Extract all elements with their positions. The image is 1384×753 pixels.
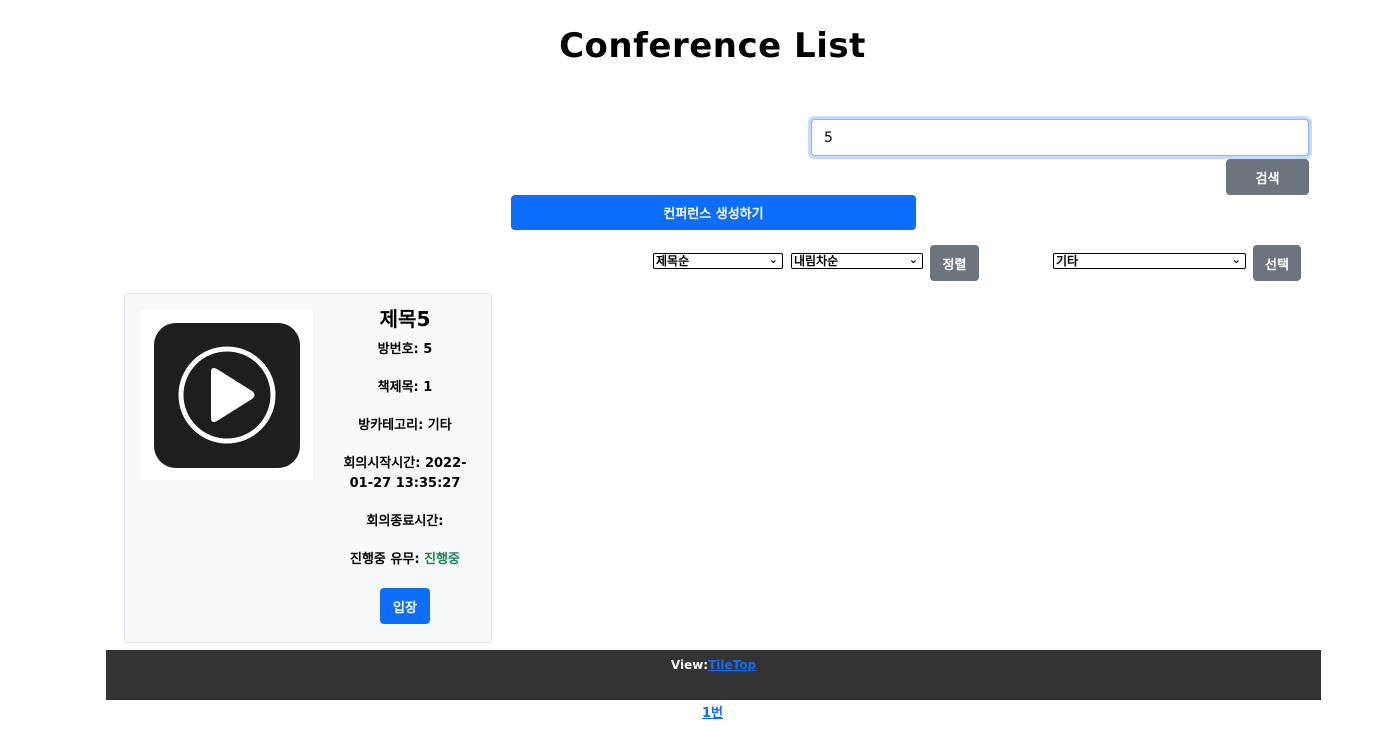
- sort-button[interactable]: 정렬: [930, 245, 979, 281]
- start-time-line: 회의시작시간: 2022-01-27 13:35:27: [337, 454, 473, 494]
- view-label: View:: [670, 658, 709, 672]
- view-top-link[interactable]: Top: [733, 658, 756, 672]
- search-input[interactable]: [811, 119, 1309, 156]
- chevron-down-icon: ⌄: [1231, 253, 1241, 266]
- sort-order-value: 내림차순: [794, 254, 839, 268]
- page-title: Conference List: [559, 26, 866, 66]
- start-time-label: 회의시작시간:: [343, 456, 421, 471]
- end-time-label: 회의종료시간:: [366, 514, 444, 529]
- end-time-line: 회의종료시간:: [337, 512, 473, 532]
- sort-field-select[interactable]: 제목순 ⌄: [653, 253, 783, 269]
- chevron-down-icon: ⌄: [908, 253, 918, 266]
- room-number-line: 방번호: 5: [337, 340, 473, 360]
- sort-field-value: 제목순: [656, 254, 690, 268]
- conference-thumbnail: [141, 310, 313, 480]
- create-conference-button[interactable]: 컨퍼런스 생성하기: [511, 195, 916, 230]
- category-select[interactable]: 기타 ⌄: [1053, 253, 1246, 269]
- category-select-button[interactable]: 선택: [1253, 245, 1301, 281]
- conference-info: 제목5 방번호: 5 책제목: 1 방카테고리: 기타 회의시작시간: 2022…: [337, 306, 473, 624]
- conference-card: 제목5 방번호: 5 책제목: 1 방카테고리: 기타 회의시작시간: 2022…: [124, 293, 492, 643]
- search-button[interactable]: 검색: [1226, 159, 1309, 195]
- conference-title: 제목5: [379, 307, 431, 331]
- room-number-value: 5: [423, 342, 433, 357]
- room-category-line: 방카테고리: 기타: [337, 416, 473, 436]
- category-value: 기타: [1056, 254, 1079, 268]
- join-button[interactable]: 입장: [380, 588, 430, 624]
- view-toggle: View:TileTop: [106, 650, 1321, 672]
- book-title-value: 1: [423, 380, 433, 395]
- play-button-icon: [154, 323, 300, 468]
- footer-bar: View:TileTop: [106, 650, 1321, 700]
- book-title-label: 책제목:: [377, 380, 419, 395]
- status-line: 진행중 유무: 진행중: [337, 550, 473, 570]
- view-tile-link[interactable]: Tile: [708, 658, 733, 672]
- page-1-link[interactable]: 1번: [702, 706, 723, 721]
- room-number-label: 방번호:: [377, 342, 419, 357]
- status-label: 진행중 유무:: [350, 552, 420, 567]
- room-category-value: 기타: [427, 418, 452, 433]
- chevron-down-icon: ⌄: [768, 253, 778, 266]
- book-title-line: 책제목: 1: [337, 378, 473, 398]
- room-category-label: 방카테고리:: [358, 418, 424, 433]
- sort-order-select[interactable]: 내림차순 ⌄: [791, 253, 923, 269]
- pagination: 1번: [0, 702, 1384, 721]
- status-badge: 진행중: [424, 552, 460, 567]
